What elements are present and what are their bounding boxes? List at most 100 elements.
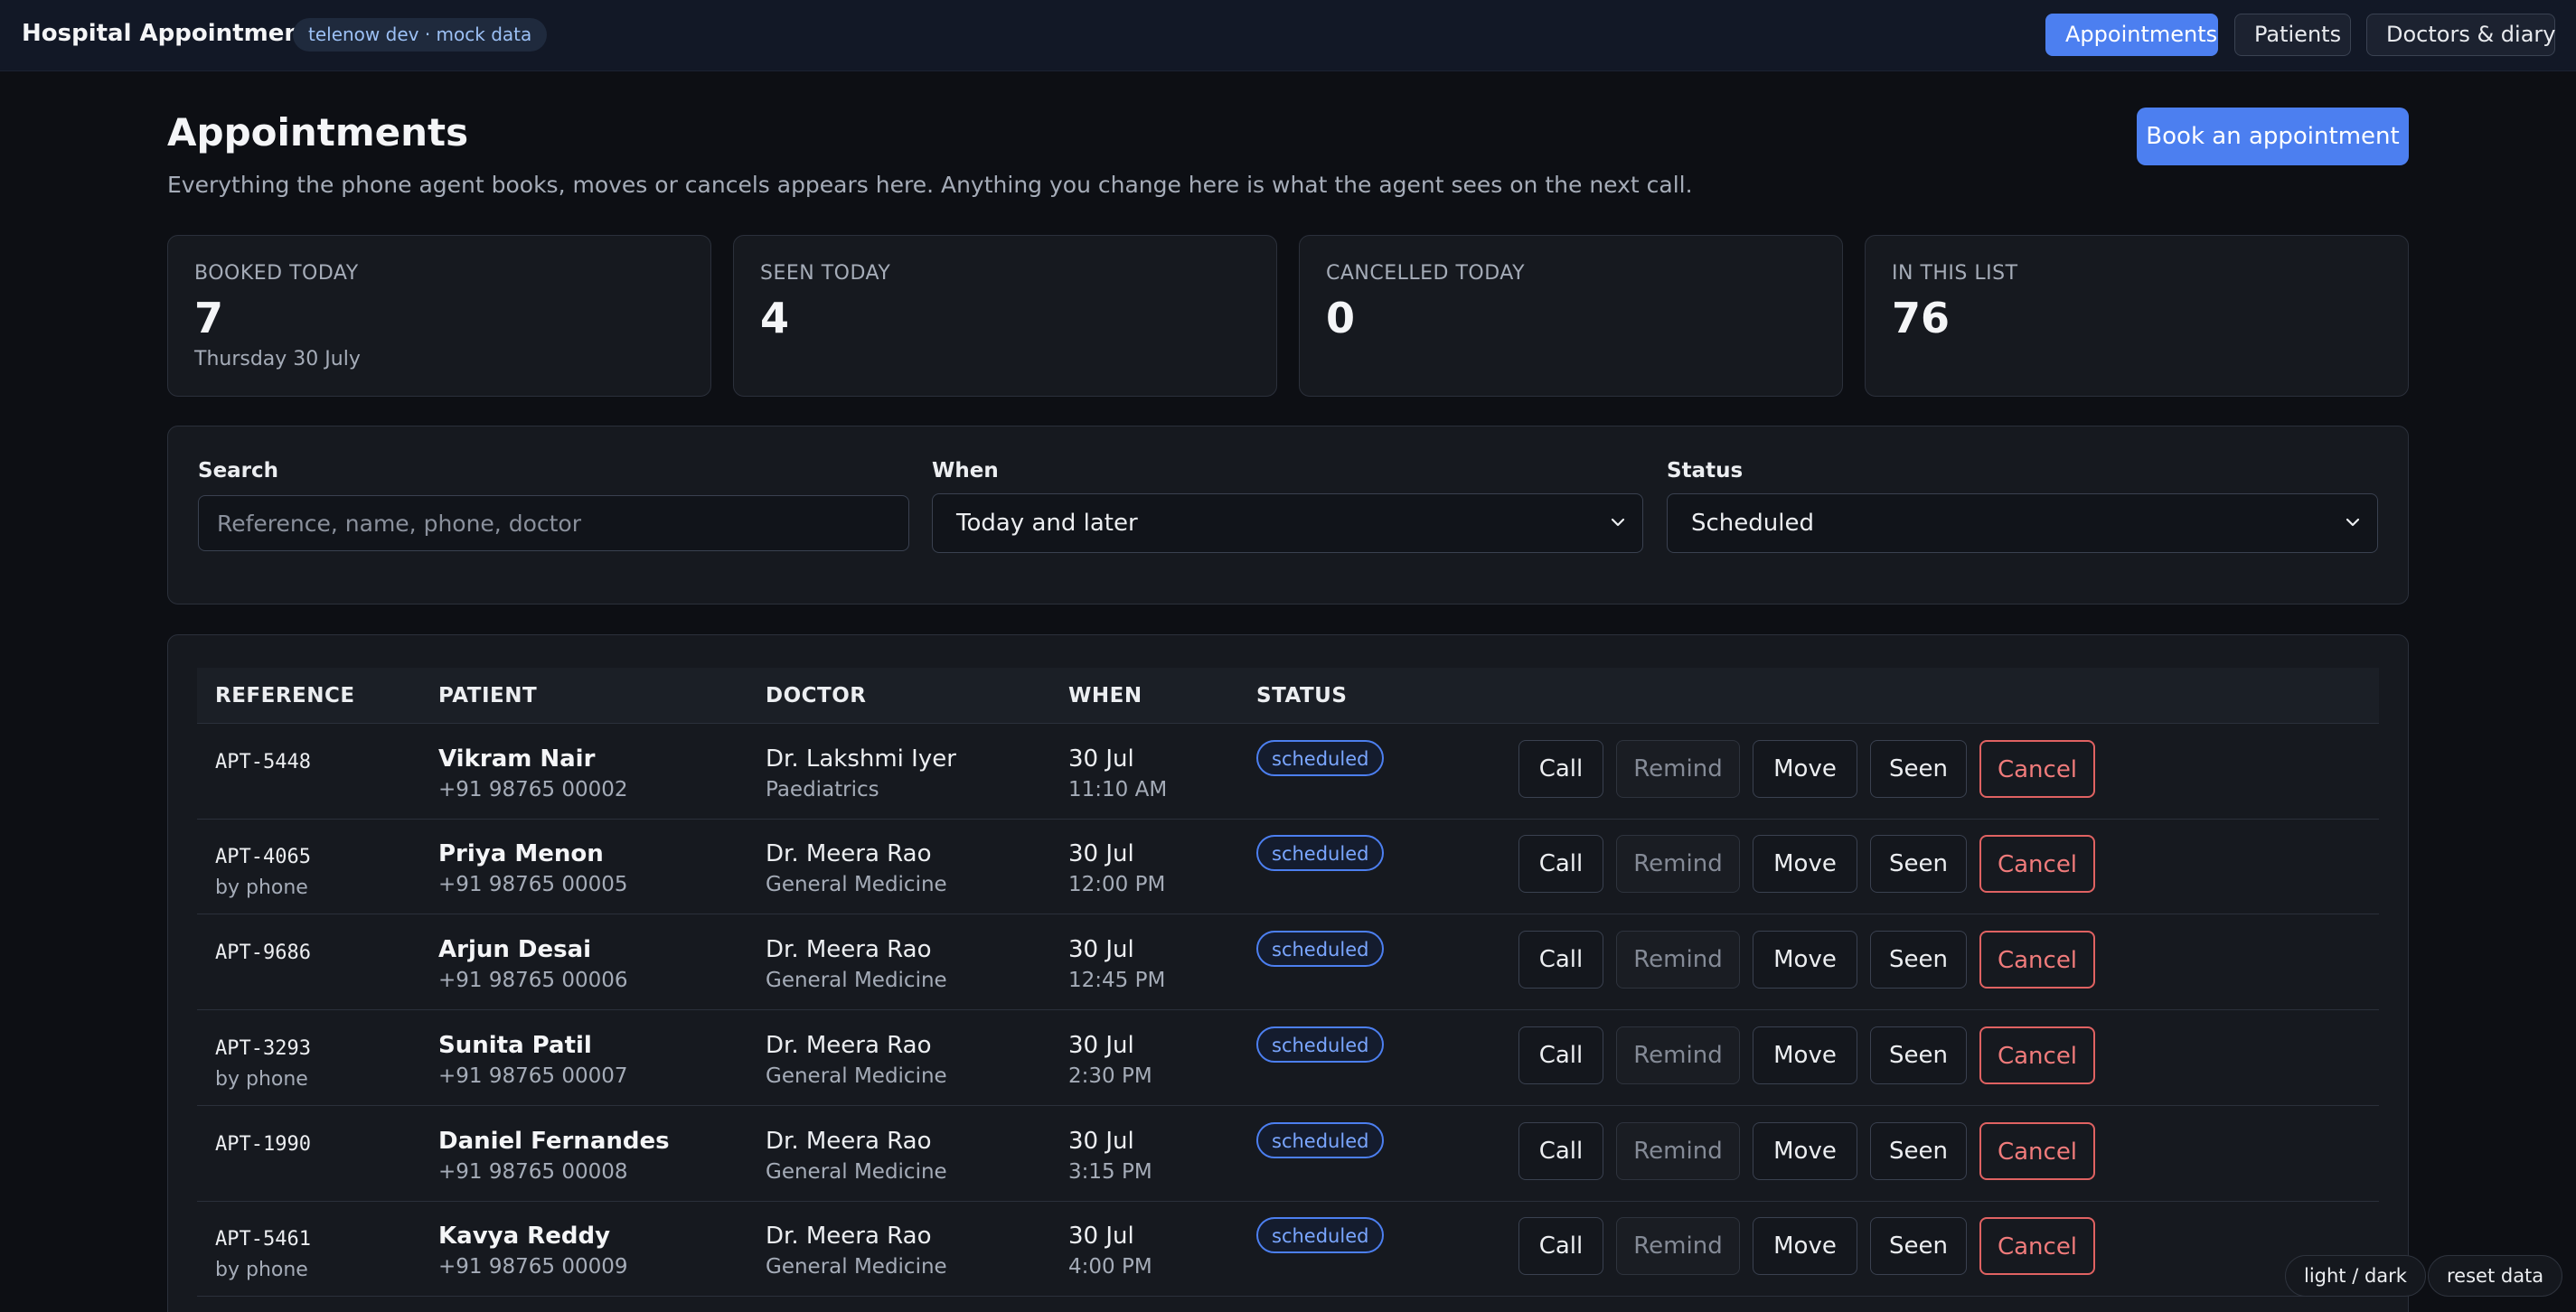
remind-button[interactable]: Remind (1616, 740, 1740, 798)
appointment-time: 4:00 PM (1068, 1255, 1152, 1279)
patient-phone: +91 98765 00008 (438, 1160, 628, 1184)
stat-label: CANCELLED TODAY (1326, 262, 1526, 285)
remind-button[interactable]: Remind (1616, 1217, 1740, 1275)
reset-data-button[interactable]: reset data (2428, 1255, 2563, 1297)
appointment-date: 30 Jul (1068, 1128, 1134, 1155)
seen-button[interactable]: Seen (1870, 1122, 1967, 1180)
nav-patients-button[interactable]: Patients (2234, 14, 2351, 56)
table-row: APT-9686 Arjun Desai +91 98765 00006 Dr. Me… (197, 914, 2379, 1010)
status-badge: scheduled (1256, 1122, 1385, 1158)
stat-value: 0 (1326, 294, 1356, 342)
filters-panel: Search When Today and later Status Sched… (167, 426, 2409, 604)
table-row: APT-1990 Daniel Fernandes +91 98765 00008 D… (197, 1106, 2379, 1202)
book-appointment-button[interactable]: Book an appointment (2137, 108, 2409, 165)
stat-note: Thursday 30 July (194, 348, 361, 370)
appointment-date: 30 Jul (1068, 745, 1134, 773)
column-header-reference: REFERENCE (215, 684, 355, 708)
seen-button[interactable]: Seen (1870, 1026, 1967, 1084)
column-header-status: STATUS (1256, 684, 1348, 708)
search-label: Search (198, 459, 279, 483)
page-subtitle: Everything the phone agent books, moves … (167, 172, 1693, 198)
stat-label: IN THIS LIST (1892, 262, 2018, 285)
remind-button[interactable]: Remind (1616, 835, 1740, 893)
move-button[interactable]: Move (1753, 1122, 1857, 1180)
seen-button[interactable]: Seen (1870, 931, 1967, 989)
stat-value: 76 (1892, 294, 1951, 342)
reference-cell: APT-3293 (215, 1037, 311, 1060)
stat-value: 4 (760, 294, 790, 342)
doctor-name: Dr. Meera Rao (766, 936, 932, 963)
chevron-down-icon (2346, 518, 2360, 527)
status-select[interactable]: Scheduled (1667, 493, 2378, 553)
cancel-button[interactable]: Cancel (1979, 1026, 2095, 1084)
appointment-time: 12:45 PM (1068, 969, 1166, 992)
remind-button[interactable]: Remind (1616, 931, 1740, 989)
move-button[interactable]: Move (1753, 740, 1857, 798)
move-button[interactable]: Move (1753, 931, 1857, 989)
column-header-when: WHEN (1068, 684, 1142, 708)
status-badge: scheduled (1256, 740, 1385, 776)
patient-name: Vikram Nair (438, 745, 596, 773)
move-button[interactable]: Move (1753, 1026, 1857, 1084)
doctor-specialty: General Medicine (766, 1160, 947, 1184)
stat-card-booked-today: BOOKED TODAY 7 Thursday 30 July (167, 235, 711, 397)
appointment-date: 30 Jul (1068, 936, 1134, 963)
cancel-button[interactable]: Cancel (1979, 1217, 2095, 1275)
appointment-date: 30 Jul (1068, 840, 1134, 867)
cancel-button[interactable]: Cancel (1979, 740, 2095, 798)
column-header-patient: PATIENT (438, 684, 538, 708)
appointment-date: 30 Jul (1068, 1032, 1134, 1059)
call-button[interactable]: Call (1518, 931, 1603, 989)
status-badge: scheduled (1256, 1026, 1385, 1063)
cancel-button[interactable]: Cancel (1979, 931, 2095, 989)
call-button[interactable]: Call (1518, 740, 1603, 798)
seen-button[interactable]: Seen (1870, 835, 1967, 893)
status-select-value: Scheduled (1691, 510, 1814, 537)
search-input[interactable] (198, 495, 909, 551)
appointment-time: 3:15 PM (1068, 1160, 1152, 1184)
cancel-button[interactable]: Cancel (1979, 1122, 2095, 1180)
when-select[interactable]: Today and later (932, 493, 1643, 553)
env-badge: telenow dev · mock data (293, 18, 548, 52)
patient-phone: +91 98765 00002 (438, 778, 628, 801)
doctor-specialty: General Medicine (766, 873, 947, 896)
theme-toggle-button[interactable]: light / dark (2285, 1255, 2426, 1297)
cancel-button[interactable]: Cancel (1979, 835, 2095, 893)
table-row: APT-4065 by phone Priya Menon +91 98765 000… (197, 819, 2379, 914)
appointment-time: 12:00 PM (1068, 873, 1166, 896)
appointments-table: REFERENCE PATIENT DOCTOR WHEN STATUS APT… (167, 634, 2409, 1312)
doctor-name: Dr. Meera Rao (766, 1032, 932, 1059)
appointment-time: 2:30 PM (1068, 1064, 1152, 1088)
call-button[interactable]: Call (1518, 1026, 1603, 1084)
remind-button[interactable]: Remind (1616, 1026, 1740, 1084)
status-badge: scheduled (1256, 1217, 1385, 1253)
status-badge: scheduled (1256, 835, 1385, 871)
remind-button[interactable]: Remind (1616, 1122, 1740, 1180)
patient-name: Arjun Desai (438, 936, 592, 963)
call-button[interactable]: Call (1518, 835, 1603, 893)
stat-card-cancelled-today: CANCELLED TODAY 0 (1299, 235, 1843, 397)
reference-cell: APT-5461 (215, 1228, 311, 1251)
patient-phone: +91 98765 00006 (438, 969, 628, 992)
patient-phone: +91 98765 00009 (438, 1255, 628, 1279)
page-title: Appointments (167, 110, 469, 155)
doctor-specialty: Paediatrics (766, 778, 879, 801)
seen-button[interactable]: Seen (1870, 1217, 1967, 1275)
call-button[interactable]: Call (1518, 1122, 1603, 1180)
nav-doctors-diary-button[interactable]: Doctors & diary (2366, 14, 2555, 56)
move-button[interactable]: Move (1753, 1217, 1857, 1275)
stat-label: BOOKED TODAY (194, 262, 359, 285)
reference-cell: APT-9686 (215, 942, 311, 964)
patient-phone: +91 98765 00005 (438, 873, 628, 896)
seen-button[interactable]: Seen (1870, 740, 1967, 798)
reference-cell: APT-4065 (215, 846, 311, 868)
doctor-specialty: General Medicine (766, 1064, 947, 1088)
doctor-specialty: General Medicine (766, 1255, 947, 1279)
stat-card-in-this-list: IN THIS LIST 76 (1865, 235, 2409, 397)
call-button[interactable]: Call (1518, 1217, 1603, 1275)
table-row: APT-3293 by phone Sunita Patil +91 98765 00… (197, 1010, 2379, 1106)
nav-appointments-button[interactable]: Appointments (2045, 14, 2218, 56)
reference-source: by phone (215, 876, 308, 899)
table-row: APT-5448 Vikram Nair +91 98765 00002 Dr. La… (197, 724, 2379, 820)
move-button[interactable]: Move (1753, 835, 1857, 893)
